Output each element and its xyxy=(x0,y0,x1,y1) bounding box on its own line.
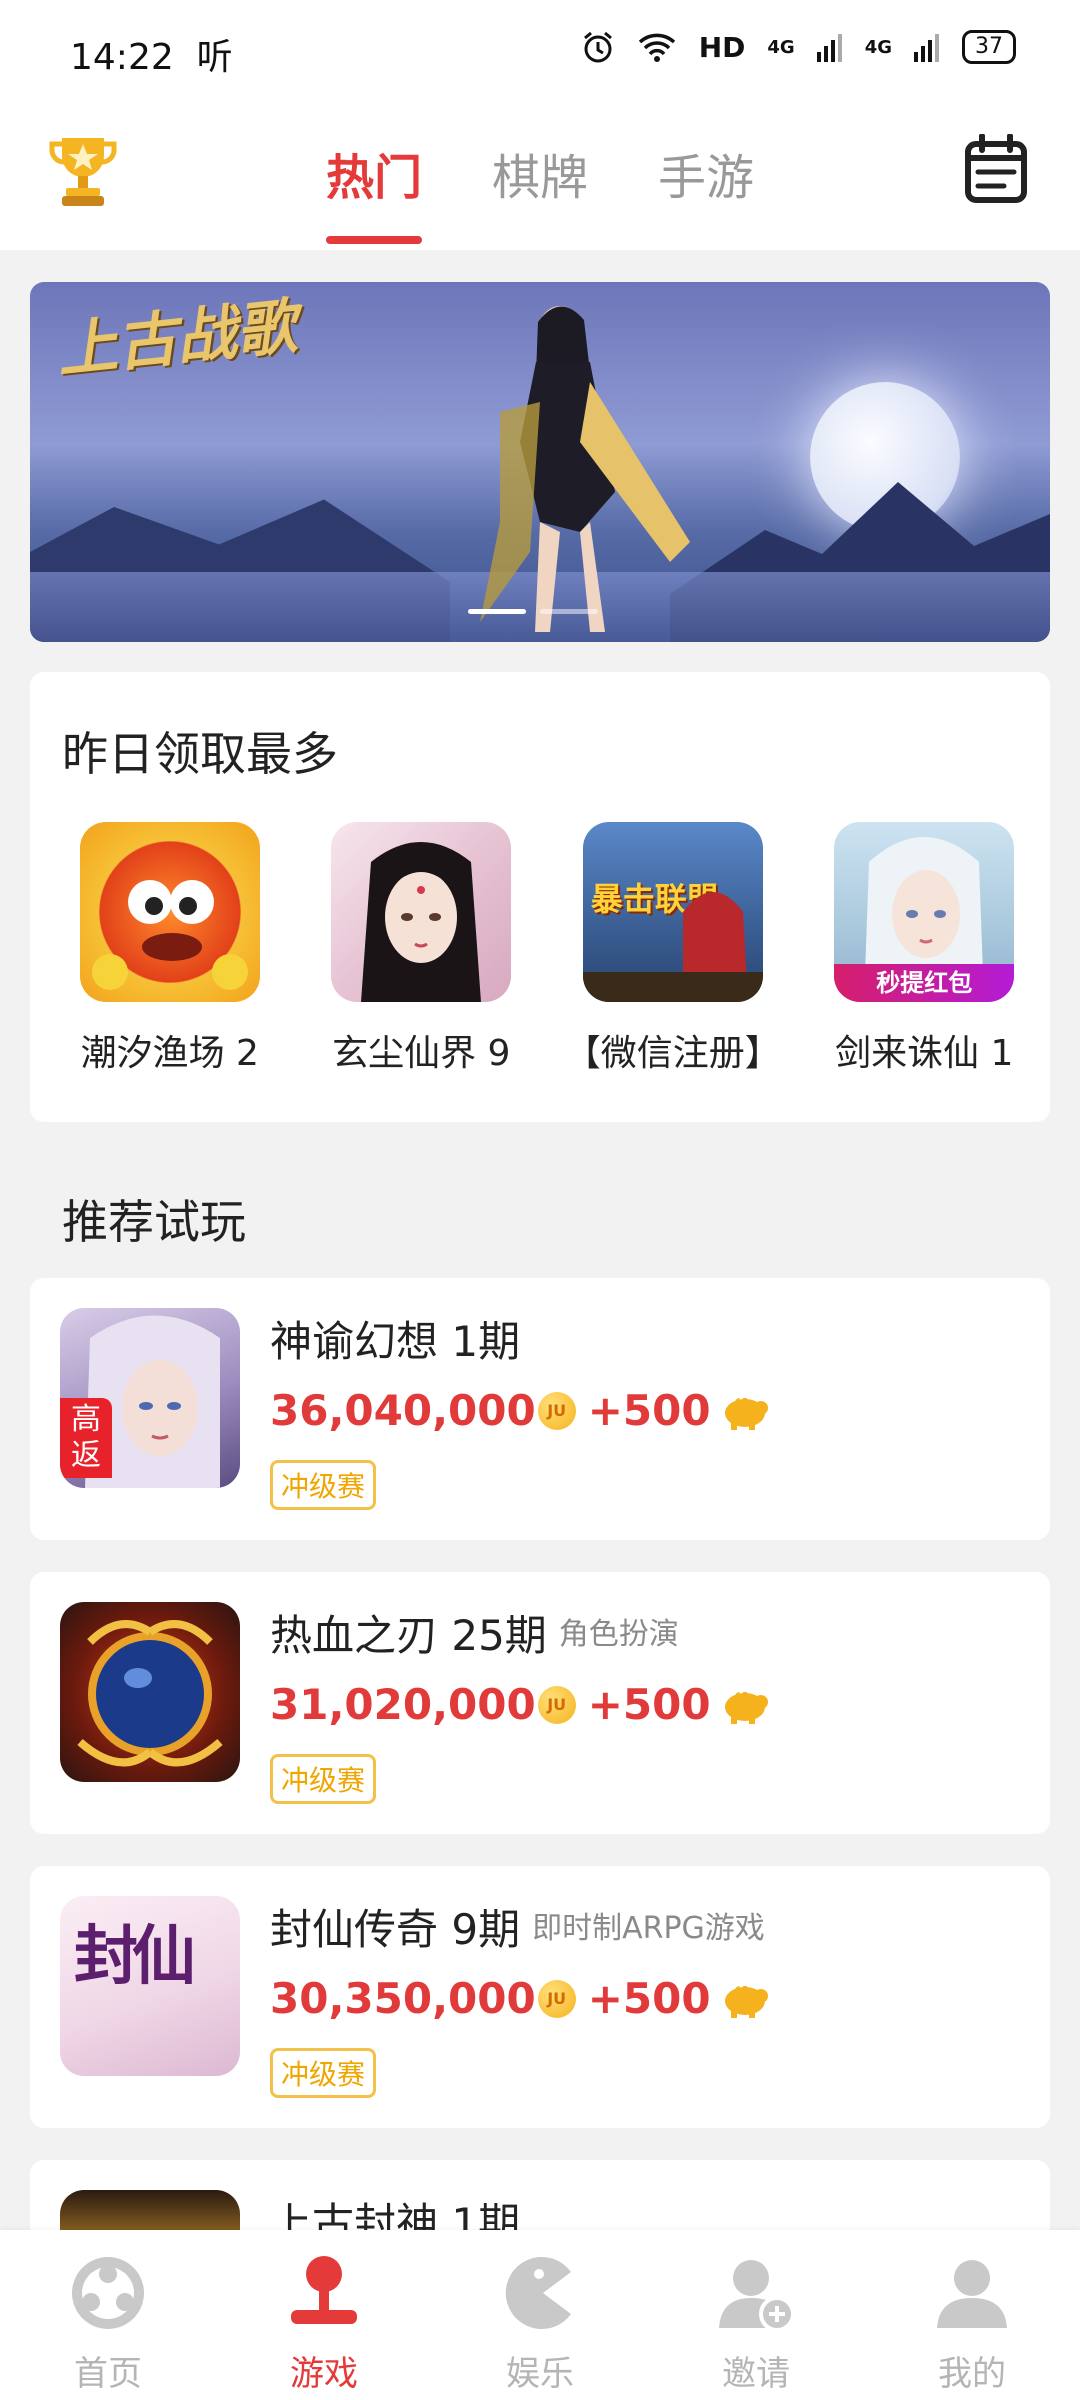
hd-text: HD xyxy=(698,30,746,64)
nav-home-label: 首页 xyxy=(74,2354,142,2394)
ju-coin-icon: JU xyxy=(537,1979,576,2018)
high-return-tag: 高返 xyxy=(60,1398,112,1478)
warrior-icon xyxy=(582,892,763,1002)
item-category: 角色扮演 xyxy=(558,1617,679,1652)
game-name: 剑来诛仙 1 xyxy=(835,1033,1014,1074)
pacman-icon xyxy=(505,2257,571,2329)
item-title-text: 封仙传奇 9期 xyxy=(270,1905,521,1954)
signal-icon xyxy=(816,34,842,62)
item-title-text: 神谕幻想 1期 xyxy=(270,1317,521,1366)
reward-bonus: +500 xyxy=(587,1386,711,1435)
level-race-badge: 冲级赛 xyxy=(270,2048,377,2098)
item-reward: 36,040,000 JU +500 xyxy=(270,1386,771,1435)
tab-chess-cards[interactable]: 棋牌 xyxy=(492,138,588,244)
game-item[interactable]: 玄尘仙界 9 xyxy=(296,822,548,1076)
game-name: 【微信注册】 xyxy=(564,1033,781,1074)
dragon-orb-icon xyxy=(77,1620,223,1767)
recommend-item[interactable]: 高返 神谕幻想 1期 36,040,000 JU +500 冲级赛 xyxy=(30,1278,1050,1540)
category-tabs: 热门 棋牌 手游 xyxy=(0,138,1080,244)
signal-4g-1: 4G xyxy=(767,36,795,58)
piggy-bank-icon xyxy=(724,1397,768,1430)
nav-invite-label: 邀请 xyxy=(722,2354,790,2394)
icon-promo-badge: 秒提红包 xyxy=(834,964,1015,1002)
level-race-badge: 冲级赛 xyxy=(270,1754,377,1804)
banner-game-title: 上古战歌 xyxy=(53,291,300,387)
reward-amount: 30,350,000 xyxy=(270,1974,536,2023)
game-icon-jianlai: 秒提红包 xyxy=(834,822,1015,1002)
nav-entertainment-label: 娱乐 xyxy=(506,2354,574,2394)
ju-coin-icon: JU xyxy=(537,1391,576,1430)
item-category: 即时制ARPG游戏 xyxy=(532,1911,765,1946)
banner-dot-2[interactable] xyxy=(540,609,598,614)
status-bar: 14:22 听 HD 4G 4G 37 xyxy=(0,0,1080,108)
item-reward: 30,350,000 JU +500 xyxy=(270,1974,771,2023)
game-name: 潮汐渔场 2 xyxy=(80,1033,259,1074)
icon-logo-text: 封仙 xyxy=(74,1919,196,1994)
nav-games[interactable]: 游戏 xyxy=(216,2230,432,2400)
most-claimed-card: 昨日领取最多 潮汐渔场 2 玄尘仙界 9 暴击联盟 【微信注册】 秒提红包 剑来… xyxy=(30,672,1050,1122)
game-item[interactable]: 秒提红包 剑来诛仙 1 xyxy=(799,822,1051,1076)
status-icons: HD 4G 4G 37 xyxy=(581,30,1016,64)
game-item[interactable]: 暴击联盟 【微信注册】 xyxy=(547,822,799,1076)
reward-bonus: +500 xyxy=(587,1680,711,1729)
battery-indicator: 37 xyxy=(962,30,1016,64)
nav-invite[interactable]: 邀请 xyxy=(648,2230,864,2400)
heroine-illustration xyxy=(480,306,690,632)
user-icon xyxy=(937,2260,1007,2328)
top-header: 热门 棋牌 手游 xyxy=(0,108,1080,250)
reward-amount: 31,020,000 xyxy=(270,1680,536,1729)
calendar-icon[interactable] xyxy=(964,134,1028,204)
recommend-title: 推荐试玩 xyxy=(62,1195,246,1249)
item-reward: 31,020,000 JU +500 xyxy=(270,1680,771,1729)
nav-home[interactable]: 首页 xyxy=(0,2230,216,2400)
wifi-icon xyxy=(638,33,675,62)
promo-banner[interactable]: 上古战歌 xyxy=(30,282,1050,642)
item-title: 热血之刃 25期 角色扮演 xyxy=(270,1602,679,1663)
item-icon-fengxian: 封仙 xyxy=(60,1896,240,2076)
signal-4g-2: 4G xyxy=(864,36,892,58)
recommend-item[interactable]: 热血之刃 25期 角色扮演 31,020,000 JU +500 冲级赛 xyxy=(30,1572,1050,1834)
nav-entertainment[interactable]: 娱乐 xyxy=(432,2230,648,2400)
game-item[interactable]: 潮汐渔场 2 xyxy=(44,822,296,1076)
fish-icon xyxy=(91,880,248,990)
piggy-bank-icon xyxy=(724,1985,768,2018)
item-title: 封仙传奇 9期 即时制ARPG游戏 xyxy=(270,1896,765,1957)
ju-coin-icon: JU xyxy=(537,1685,576,1724)
nav-games-label: 游戏 xyxy=(290,2354,358,2394)
alarm-icon xyxy=(583,31,612,63)
game-icon-xianjie xyxy=(331,822,512,1002)
recommend-item[interactable]: 封仙 封仙传奇 9期 即时制ARPG游戏 30,350,000 JU +500 冲… xyxy=(30,1866,1050,2128)
reward-amount: 36,040,000 xyxy=(270,1386,536,1435)
banner-pagination xyxy=(468,609,598,614)
level-race-badge: 冲级赛 xyxy=(270,1460,377,1510)
game-name: 玄尘仙界 9 xyxy=(332,1033,511,1074)
game-icon-fish xyxy=(79,822,260,1002)
status-time: 14:22 听 xyxy=(70,28,233,80)
most-claimed-title: 昨日领取最多 xyxy=(62,727,338,781)
game-icon-baoji: 暴击联盟 xyxy=(582,822,763,1002)
signal-icon-2 xyxy=(914,34,939,62)
tab-hot[interactable]: 热门 xyxy=(325,138,422,244)
item-title: 神谕幻想 1期 xyxy=(270,1308,520,1369)
nav-mine[interactable]: 我的 xyxy=(864,2230,1080,2400)
reward-bonus: +500 xyxy=(587,1974,711,2023)
banner-dot-1[interactable] xyxy=(468,609,526,614)
most-claimed-list: 潮汐渔场 2 玄尘仙界 9 暴击联盟 【微信注册】 秒提红包 剑来诛仙 1 xyxy=(44,822,1050,1076)
tab-mobile-games[interactable]: 手游 xyxy=(658,138,754,244)
clock-text: 14:22 xyxy=(70,37,174,78)
item-icon-rexue xyxy=(60,1602,240,1782)
piggy-bank-icon xyxy=(724,1691,768,1724)
joystick-icon xyxy=(291,2256,357,2324)
home-icon xyxy=(72,2257,144,2329)
character-portrait-icon xyxy=(361,842,482,1002)
item-title-text: 热血之刃 25期 xyxy=(270,1611,547,1660)
item-icon-shenyu: 高返 xyxy=(60,1308,240,1488)
add-user-icon xyxy=(719,2260,795,2332)
nav-mine-label: 我的 xyxy=(938,2354,1006,2394)
bottom-navigation: 首页 游戏 娱乐 邀请 我的 xyxy=(0,2230,1080,2400)
status-extra-text: 听 xyxy=(196,37,233,78)
